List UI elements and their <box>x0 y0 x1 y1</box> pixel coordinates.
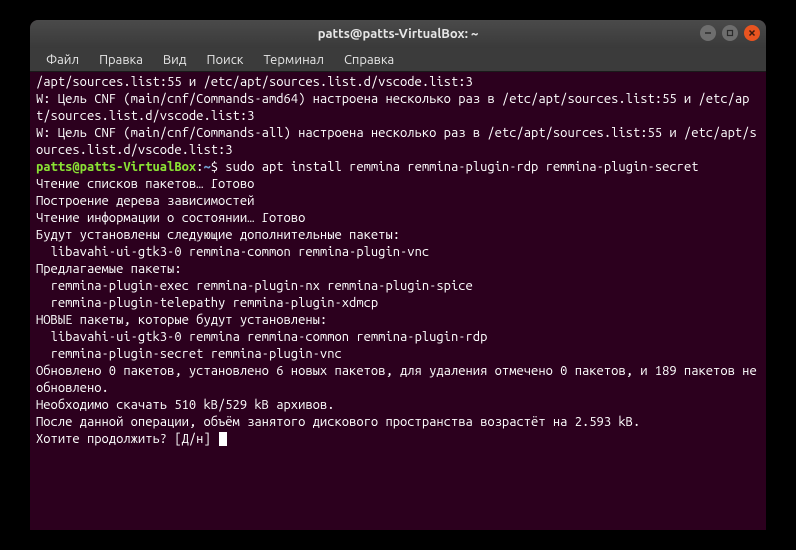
menu-search[interactable]: Поиск <box>198 51 251 69</box>
window-controls <box>700 25 760 41</box>
menu-view[interactable]: Вид <box>155 51 195 69</box>
titlebar: patts@patts-VirtualBox: ~ <box>30 20 766 48</box>
output-line: НОВЫЕ пакеты, которые будут установлены: <box>36 313 327 327</box>
terminal-window: patts@patts-VirtualBox: ~ Файл Правка Ви… <box>30 20 766 530</box>
prompt-dollar: $ <box>211 160 218 174</box>
maximize-button[interactable] <box>722 25 738 41</box>
output-line: После данной операции, объём занятого ди… <box>36 415 640 429</box>
cursor-icon <box>219 432 227 446</box>
close-button[interactable] <box>744 25 760 41</box>
menu-help[interactable]: Справка <box>336 51 402 69</box>
output-line: remmina-plugin-exec remmina-plugin-nx re… <box>36 279 473 293</box>
output-line: W: Цель CNF (main/cnf/Commands-amd64) на… <box>36 92 749 123</box>
command-text: sudo apt install remmina remmina-plugin-… <box>225 160 698 174</box>
output-line: W: Цель CNF (main/cnf/Commands-all) наст… <box>36 126 757 157</box>
output-line: libavahi-ui-gtk3-0 remmina remmina-commo… <box>36 330 487 344</box>
output-line: remmina-plugin-telepathy remmina-plugin-… <box>36 296 378 310</box>
prompt-user-host: patts@patts-VirtualBox <box>36 160 196 174</box>
output-line: Будут установлены следующие дополнительн… <box>36 228 400 242</box>
output-line: Обновлено 0 пакетов, установлено 6 новых… <box>36 364 764 395</box>
output-line: Необходимо скачать 510 kB/529 kB архивов… <box>36 398 334 412</box>
close-icon <box>748 28 756 39</box>
prompt-continue: Хотите продолжить? [Д/н] <box>36 432 218 446</box>
output-line: /apt/sources.list:55 и /etc/apt/sources.… <box>36 75 473 89</box>
menubar: Файл Правка Вид Поиск Терминал Справка <box>30 48 766 72</box>
maximize-icon <box>726 28 734 39</box>
menu-terminal[interactable]: Терминал <box>255 51 331 69</box>
output-line: libavahi-ui-gtk3-0 remmina-common remmin… <box>36 245 429 259</box>
output-line: Чтение списков пакетов… Готово <box>36 177 254 191</box>
output-line: Чтение информации о состоянии… Готово <box>36 211 305 225</box>
output-line: Построение дерева зависимостей <box>36 194 254 208</box>
menu-edit[interactable]: Правка <box>91 51 151 69</box>
output-line: remmina-plugin-secret remmina-plugin-vnc <box>36 347 342 361</box>
minimize-icon <box>704 28 712 39</box>
output-line: Предлагаемые пакеты: <box>36 262 182 276</box>
menu-file[interactable]: Файл <box>38 51 87 69</box>
terminal-output[interactable]: /apt/sources.list:55 и /etc/apt/sources.… <box>30 72 766 450</box>
minimize-button[interactable] <box>700 25 716 41</box>
prompt-path: ~ <box>203 160 210 174</box>
window-title: patts@patts-VirtualBox: ~ <box>318 27 479 41</box>
